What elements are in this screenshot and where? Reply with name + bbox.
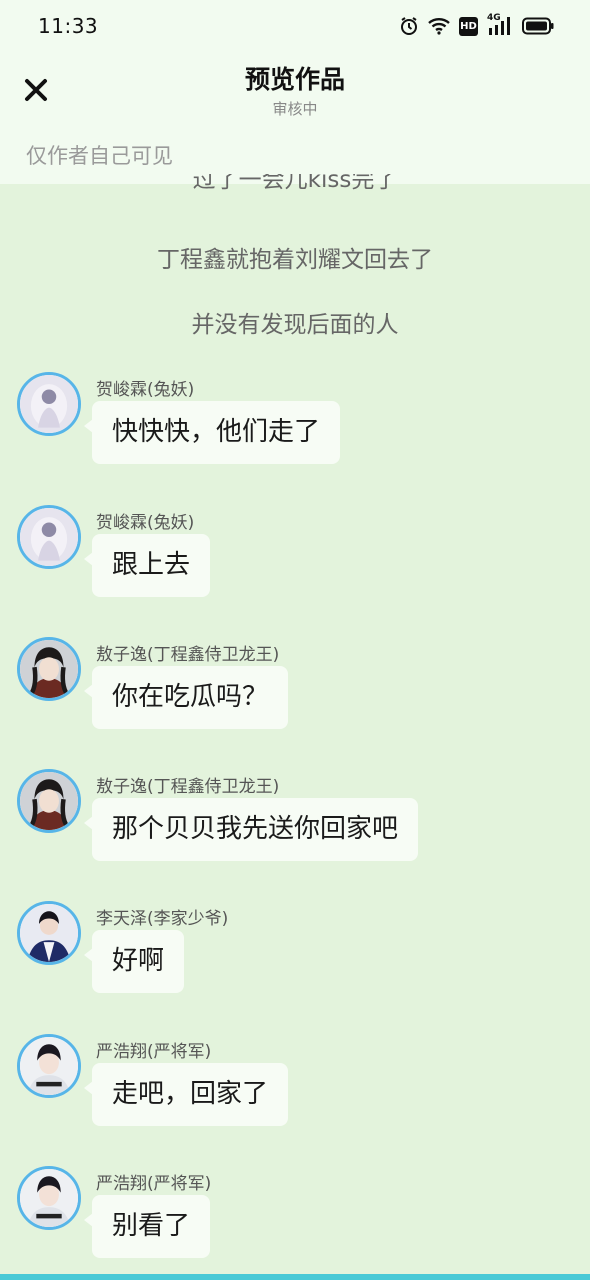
- sender-name: 敖子逸(丁程鑫侍卫龙王): [96, 777, 280, 797]
- message-bubble[interactable]: 快快快，他们走了: [83, 401, 341, 464]
- sender-name: 敖子逸(丁程鑫侍卫龙王): [96, 645, 280, 665]
- avatar[interactable]: [17, 901, 81, 965]
- status-icons: HD 4G: [399, 13, 554, 38]
- avatar[interactable]: [17, 637, 81, 701]
- hd-icon: HD: [459, 16, 478, 36]
- sender-name: 严浩翔(严将军): [96, 1174, 212, 1194]
- avatar[interactable]: [17, 505, 81, 569]
- avatar[interactable]: [17, 769, 81, 833]
- sender-name: 贺峻霖(兔妖): [96, 513, 195, 533]
- status-bar: 11:33 HD 4G: [0, 0, 590, 52]
- message-bubble[interactable]: 走吧，回家了: [83, 1063, 289, 1126]
- sender-name: 贺峻霖(兔妖): [96, 380, 195, 400]
- header: 预览作品 审核中 仅作者自己可见: [0, 52, 590, 184]
- message-bubble[interactable]: 你在吃瓜吗？: [83, 666, 289, 729]
- bottom-accent-bar: [0, 1274, 590, 1280]
- page-title: 预览作品: [244, 65, 345, 94]
- narration-line: 并没有发现后面的人: [191, 312, 399, 338]
- narration-line: 过了一会儿kiss完了: [192, 174, 398, 193]
- message-bubble[interactable]: 跟上去: [83, 534, 211, 597]
- wifi-icon: [428, 17, 450, 35]
- message-bubble[interactable]: 那个贝贝我先送你回家吧: [83, 798, 419, 861]
- message-bubble[interactable]: 别看了: [83, 1195, 211, 1258]
- alarm-icon: [399, 16, 419, 36]
- sender-name: 李天泽(李家少爷): [96, 909, 229, 929]
- visibility-note: 仅作者自己可见: [26, 144, 173, 168]
- review-status: 审核中: [272, 100, 318, 118]
- narration-line: 丁程鑫就抱着刘耀文回去了: [157, 247, 433, 273]
- status-time: 11:33: [38, 14, 99, 38]
- battery-icon: [522, 17, 554, 35]
- avatar[interactable]: [17, 1034, 81, 1098]
- sender-name: 严浩翔(严将军): [96, 1042, 212, 1062]
- signal-4g-icon: 4G: [487, 13, 513, 36]
- avatar[interactable]: [17, 372, 81, 436]
- message-bubble[interactable]: 好啊: [83, 930, 185, 993]
- avatar[interactable]: [17, 1166, 81, 1230]
